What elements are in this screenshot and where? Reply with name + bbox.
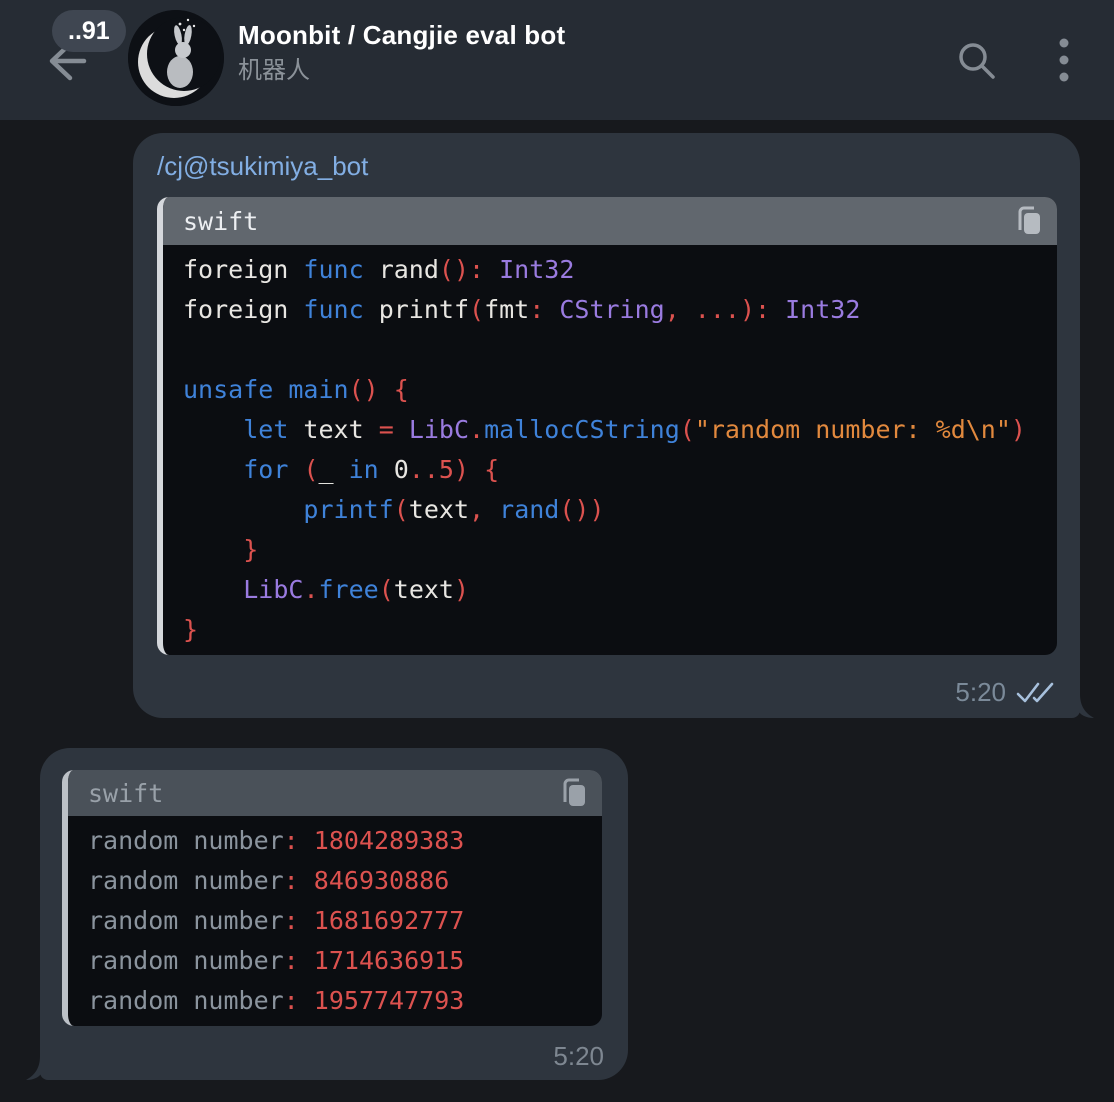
- copy-icon[interactable]: [1013, 204, 1043, 238]
- chat-header: ..91 Moonbit / Cangjie eval bot 机器人: [0, 0, 1114, 120]
- bubble-tail: [26, 1056, 42, 1080]
- message-time: 5:20: [553, 1041, 604, 1072]
- search-icon[interactable]: [952, 36, 1000, 89]
- copy-icon[interactable]: [558, 776, 588, 810]
- bubble-tail: [1078, 694, 1094, 718]
- message-meta: 5:20: [553, 1041, 604, 1072]
- unread-count-badge[interactable]: ..91: [52, 10, 126, 52]
- code-block-incoming: swift random number: 1804289383random nu…: [62, 770, 602, 1026]
- telegram-chat-screen: ..91 Moonbit / Cangjie eval bot 机器人: [0, 0, 1114, 1102]
- double-check-icon: [1016, 680, 1056, 706]
- message-meta: 5:20: [955, 677, 1056, 708]
- message-incoming: swift random number: 1804289383random nu…: [40, 748, 628, 1080]
- message-time: 5:20: [955, 677, 1006, 708]
- chat-subtitle: 机器人: [238, 54, 565, 88]
- chat-title: Moonbit / Cangjie eval bot: [238, 18, 565, 52]
- code-content: random number: 1804289383random number: …: [68, 816, 602, 1026]
- code-language-label: swift: [183, 207, 258, 236]
- kebab-menu-icon[interactable]: [1058, 36, 1070, 91]
- rabbit-moon-avatar-image: [128, 10, 224, 106]
- chat-info[interactable]: Moonbit / Cangjie eval bot 机器人: [238, 18, 565, 88]
- code-block-outgoing: swift foreign func rand(): Int32foreign …: [157, 197, 1057, 655]
- code-language-label: swift: [88, 779, 163, 808]
- message-outgoing: /cj@tsukimiya_bot swift foreign func ran…: [133, 133, 1080, 718]
- bot-command-link[interactable]: /cj@tsukimiya_bot: [157, 149, 1056, 183]
- code-block-header: swift: [163, 197, 1057, 245]
- code-content: foreign func rand(): Int32foreign func p…: [163, 245, 1057, 655]
- code-block-header: swift: [68, 770, 602, 816]
- chat-avatar[interactable]: [128, 10, 224, 106]
